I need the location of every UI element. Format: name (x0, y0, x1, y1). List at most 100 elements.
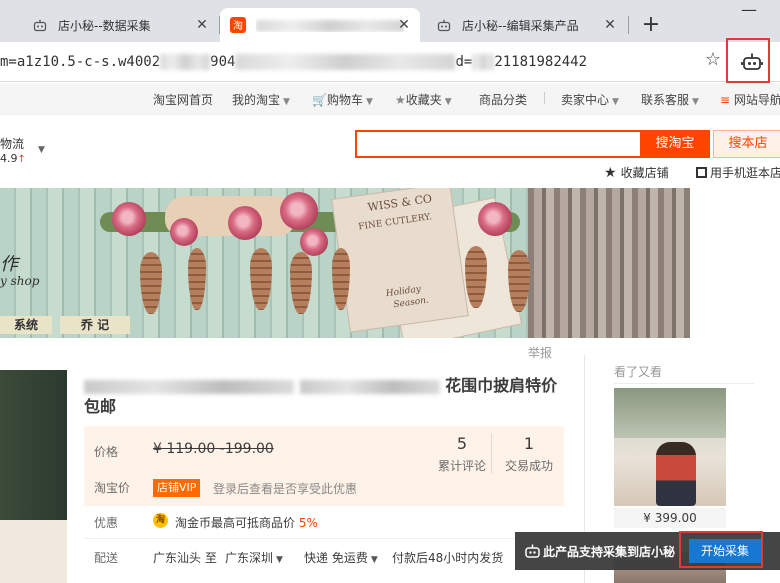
chevron-down-icon: ▼ (276, 555, 283, 565)
robot-icon (524, 543, 541, 559)
nav-service-label: 联系客服 (641, 93, 690, 107)
rose-decoration (228, 206, 262, 240)
rose-decoration (300, 228, 328, 256)
image-detail (656, 442, 696, 506)
banner-script-text: 作 (0, 254, 18, 275)
chevron-down-icon[interactable]: ▼ (38, 145, 45, 155)
product-title-text: 花围巾披肩特价 (445, 376, 558, 395)
url-field[interactable]: m=a1z10.5-c-s.w4002 904 d= 21181982442 (0, 48, 730, 76)
banner-script-text: y shop (0, 274, 40, 288)
menu-icon: ≡ (720, 93, 734, 107)
shop-banner[interactable]: WISS & CO FINE CUTLERY. Holiday Season. … (0, 188, 690, 338)
card-text: WISS & CO (366, 192, 433, 214)
robot-icon (436, 17, 452, 33)
card-text: Season. (392, 295, 430, 311)
product-title: 花围巾披肩特价 (84, 372, 557, 396)
ship-from: 广东汕头 至 (153, 551, 217, 565)
nav-sitemap-label: 网站导航 (733, 93, 780, 107)
url-blur (160, 54, 211, 70)
recommended-product-price[interactable]: ¥ 399.00 (614, 508, 726, 528)
nav-taobao-home[interactable]: 淘宝网首页 (153, 91, 213, 108)
nav-divider (544, 92, 545, 104)
nav-categories[interactable]: 商品分类 (479, 91, 527, 108)
new-tab-button[interactable]: + (638, 12, 664, 38)
coin-discount-text: 淘金币最高可抵商品价 5% (175, 514, 318, 531)
tab-edit-collected[interactable]: 店小秘--编辑采集产品 ✕ (426, 8, 626, 42)
chevron-down-icon: ▼ (365, 97, 373, 107)
vip-login-hint[interactable]: 登录后查看是否享受此优惠 (213, 480, 357, 497)
banner-label: 乔 记 (60, 316, 130, 334)
taobao-coin-icon: 淘 (153, 513, 168, 528)
card-text: FINE CUTLERY. (357, 212, 433, 233)
url-blur (235, 54, 456, 70)
close-icon[interactable]: ✕ (396, 17, 412, 33)
shipping-label: 配送 (94, 551, 119, 565)
coin-discount-label: 淘金币最高可抵商品价 (175, 516, 296, 530)
rose-decoration (170, 218, 198, 246)
svg-text:淘: 淘 (233, 19, 243, 32)
recommended-product-image[interactable] (614, 388, 726, 506)
rose-decoration (478, 202, 512, 236)
minimize-button[interactable]: — (736, 0, 762, 26)
original-price: ¥ 119.00 -199.00 (153, 441, 274, 457)
review-count-label[interactable]: 累计评论 (432, 457, 492, 474)
search-taobao-button[interactable]: 搜淘宝 (640, 130, 710, 158)
collect-highlight-box (679, 531, 763, 568)
mobile-shop-link[interactable]: 用手机逛本店 (696, 164, 780, 181)
chevron-down-icon: ▼ (370, 555, 378, 565)
tab-data-collect[interactable]: 店小秘--数据采集 ✕ (22, 8, 218, 42)
search-input[interactable] (355, 130, 641, 158)
banner-label: 系统 (0, 316, 52, 334)
arrow-up-icon: ↑ (17, 154, 26, 165)
taobao-icon: 淘 (230, 17, 246, 33)
collect-hint: 此产品支持采集到店小秘 (543, 545, 676, 559)
see-also-heading: 看了又看 (614, 365, 663, 379)
tab-taobao-product[interactable]: 淘 ✕ (220, 8, 420, 42)
nav-favorites-label: 收藏夹 (405, 93, 442, 107)
coin-discount-percent: 5% (298, 516, 318, 530)
cart-icon: 🛒 (312, 93, 327, 107)
report-link[interactable]: 举报 (528, 344, 552, 361)
stat-divider (491, 434, 492, 474)
ship-time: 付款后48小时内发货 (392, 551, 504, 565)
rose-decoration (112, 202, 146, 236)
ship-method-select[interactable]: 快递 免运费 ▼ (304, 549, 378, 566)
url-text-mid: d= (455, 54, 473, 70)
nav-favorites[interactable]: ★收藏夹 ▼ (395, 91, 452, 108)
product-main-image[interactable] (0, 370, 67, 583)
robot-icon[interactable] (741, 52, 763, 72)
title-blur (84, 379, 294, 394)
close-icon[interactable]: ✕ (602, 17, 618, 33)
nav-customer-service[interactable]: 联系客服 ▼ (641, 91, 699, 108)
nav-cart-label: 购物车 (326, 93, 363, 107)
mobile-shop-label: 用手机逛本店 (710, 166, 780, 180)
robot-icon (32, 17, 48, 33)
tab-label-blurred (256, 18, 404, 32)
bookmark-star-icon[interactable]: ☆ (703, 50, 723, 70)
product-image-detail (0, 520, 67, 583)
chevron-down-icon: ▼ (283, 97, 290, 107)
ship-to-select[interactable]: 广东深圳 ▼ (225, 549, 283, 566)
taobao-price-label: 淘宝价 (94, 481, 131, 495)
discount-label: 优惠 (94, 516, 119, 530)
title-blur (299, 379, 440, 394)
nav-cart[interactable]: 🛒购物车 ▼ (312, 91, 373, 108)
nav-my-taobao[interactable]: 我的淘宝 ▼ (232, 91, 290, 108)
sales-count: 1 (523, 434, 535, 453)
star-icon: ★ (604, 165, 617, 181)
divider (84, 538, 564, 539)
tab-label: 店小秘--编辑采集产品 (462, 18, 579, 33)
search-shop-button[interactable]: 搜本店 (713, 130, 780, 158)
shop-rating-value: 4.9 (0, 152, 18, 165)
banner-curtain (528, 188, 690, 338)
price-label: 价格 (94, 445, 119, 459)
review-count: 5 (456, 434, 468, 453)
close-icon[interactable]: ✕ (194, 17, 210, 33)
tab-label: 店小秘--数据采集 (58, 18, 151, 33)
url-blur (472, 54, 495, 70)
nav-site-map[interactable]: ≡ 网站导航 (720, 91, 780, 108)
favorite-shop-link[interactable]: ★ 收藏店铺 (604, 164, 669, 181)
chevron-down-icon: ▼ (692, 97, 699, 107)
nav-seller-center[interactable]: 卖家中心 ▼ (561, 91, 619, 108)
nav-seller-label: 卖家中心 (561, 93, 610, 107)
